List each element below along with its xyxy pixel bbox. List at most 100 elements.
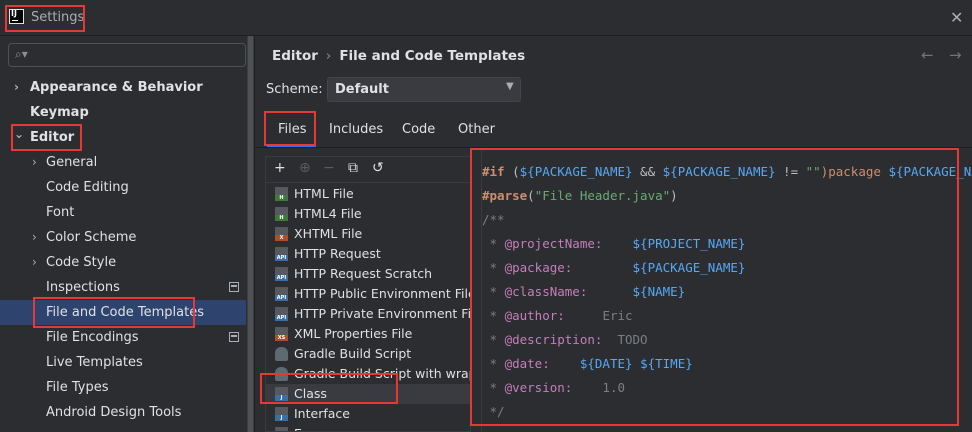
code-line: #parse("File Header.java")	[482, 188, 678, 203]
api-file-icon: API	[275, 287, 288, 301]
add-icon[interactable]: +	[274, 160, 286, 176]
copy-icon[interactable]: ⧉	[348, 160, 358, 176]
title-bar: IJ Settings ✕	[0, 0, 972, 36]
template-item-label: HTTP Request	[294, 246, 381, 261]
chevron-right-icon[interactable]: ›	[14, 75, 19, 100]
sidebar-item-live-templates[interactable]: Live Templates	[0, 350, 246, 375]
sidebar-scrollbar-thumb[interactable]	[248, 36, 253, 432]
html-file-icon: H	[275, 207, 288, 221]
template-item-label: Class	[294, 386, 327, 401]
template-item-label: Enum	[294, 424, 330, 431]
back-arrow-icon[interactable]: ←	[921, 46, 934, 64]
template-item-class[interactable]: J Class	[266, 384, 470, 404]
scheme-value: Default	[335, 82, 389, 97]
template-item-http-public-env[interactable]: API HTTP Public Environment File	[266, 284, 471, 304]
sidebar-item-color-scheme[interactable]: › Color Scheme	[0, 225, 246, 250]
template-item-enum[interactable]: J Enum	[266, 424, 470, 431]
breadcrumb-current: File and Code Templates	[339, 48, 526, 64]
sidebar-item-keymap[interactable]: Keymap	[0, 100, 246, 125]
sidebar-item-file-encodings[interactable]: File Encodings	[0, 325, 246, 350]
sidebar-item-label: Code Editing	[46, 180, 129, 195]
template-item-label: HTML File	[294, 186, 354, 201]
template-item-gradle-build-script[interactable]: Gradle Build Script	[266, 344, 470, 364]
gradle-elephant-icon	[275, 347, 288, 361]
sidebar-item-label: Editor	[30, 130, 75, 145]
template-item-label: HTTP Public Environment File	[294, 286, 471, 301]
sidebar-item-code-style[interactable]: › Code Style	[0, 250, 246, 275]
close-icon[interactable]: ✕	[950, 8, 963, 27]
code-line: #if (${PACKAGE_NAME} && ${PACKAGE_NAME} …	[482, 164, 972, 179]
template-item-label: XML Properties File	[294, 326, 413, 341]
template-item-http-request-scratch[interactable]: API HTTP Request Scratch	[266, 264, 470, 284]
code-line: * @date: ${DATE} ${TIME}	[482, 356, 693, 371]
template-item-html-file[interactable]: H HTML File	[266, 184, 470, 204]
settings-content: Editor › File and Code Templates ← → Schem…	[254, 36, 972, 432]
add-child-icon[interactable]: ⊕	[299, 160, 311, 176]
template-item-label: XHTML File	[294, 226, 363, 241]
tab-code[interactable]: Code	[402, 122, 435, 137]
intellij-logo-icon: IJ	[9, 9, 24, 24]
sidebar-item-file-types[interactable]: File Types	[0, 375, 246, 400]
search-input[interactable]: ⌕▾	[8, 43, 246, 67]
search-icon: ⌕▾	[15, 47, 28, 61]
template-item-gradle-build-script-wrapper[interactable]: Gradle Build Script with wrapp	[266, 364, 471, 384]
template-item-interface[interactable]: J Interface	[266, 404, 470, 424]
reset-icon[interactable]: ↺	[372, 160, 384, 176]
sidebar-item-label: Font	[46, 205, 75, 220]
sidebar-item-label: Keymap	[30, 105, 89, 120]
code-line: * @version: 1.0	[482, 380, 625, 395]
forward-arrow-icon[interactable]: →	[949, 46, 962, 64]
scheme-dropdown[interactable]: Default ▼	[327, 77, 521, 102]
api-file-icon: API	[275, 247, 288, 261]
template-item-html4-file[interactable]: H HTML4 File	[266, 204, 470, 224]
sidebar-item-label: Code Style	[46, 255, 117, 270]
sidebar-item-appearance-behavior[interactable]: › Appearance & Behavior	[0, 75, 246, 100]
api-file-icon: API	[275, 307, 288, 321]
template-item-xml-properties[interactable]: XS XML Properties File	[266, 324, 470, 344]
chevron-right-icon[interactable]: ›	[32, 250, 37, 275]
breadcrumb: Editor › File and Code Templates	[272, 48, 525, 64]
sidebar-item-inspections[interactable]: Inspections	[0, 275, 246, 300]
sidebar-item-general[interactable]: › General	[0, 150, 246, 175]
chevron-down-icon[interactable]: ⌄	[14, 122, 24, 147]
tab-includes[interactable]: Includes	[329, 122, 383, 137]
template-item-http-request[interactable]: API HTTP Request	[266, 244, 470, 264]
sidebar-item-label: File Encodings	[46, 330, 139, 345]
java-file-icon: J	[275, 407, 288, 421]
window-title: Settings	[31, 10, 85, 25]
tab-other[interactable]: Other	[458, 122, 495, 137]
sidebar-item-font[interactable]: Font	[0, 200, 246, 225]
chevron-right-icon[interactable]: ›	[32, 225, 37, 250]
gradle-elephant-icon	[275, 367, 288, 381]
template-code-editor[interactable]: #if (${PACKAGE_NAME} && ${PACKAGE_NAME} …	[481, 149, 972, 432]
sidebar-item-file-and-code-templates[interactable]: File and Code Templates	[0, 300, 246, 325]
sidebar-item-label: File Types	[46, 380, 109, 395]
java-file-icon: J	[275, 427, 288, 431]
sidebar-item-label: File and Code Templates	[46, 305, 204, 320]
project-scope-icon	[229, 332, 239, 342]
template-list-toolbar: + ⊕ − ⧉ ↺	[266, 157, 470, 183]
xhtml-file-icon: X	[275, 227, 288, 241]
chevron-right-icon[interactable]: ›	[32, 150, 37, 175]
sidebar-item-code-editing[interactable]: Code Editing	[0, 175, 246, 200]
sidebar-item-android-design-tools[interactable]: Android Design Tools	[0, 400, 246, 425]
code-line: /**	[482, 212, 505, 227]
code-line: * @description: TODO	[482, 332, 648, 347]
template-item-label: Gradle Build Script with wrapp	[294, 366, 471, 381]
xml-file-icon: XS	[275, 327, 288, 341]
sidebar-item-label: General	[46, 155, 98, 170]
template-item-xhtml-file[interactable]: X XHTML File	[266, 224, 470, 244]
project-scope-icon	[229, 282, 239, 292]
breadcrumb-parent[interactable]: Editor	[272, 48, 318, 64]
settings-sidebar: ⌕▾ › Appearance & Behavior Keymap ⌄ Edit…	[0, 36, 254, 432]
template-item-label: Interface	[294, 406, 350, 421]
remove-icon[interactable]: −	[323, 160, 335, 176]
code-line: * @package: ${PACKAGE_NAME}	[482, 260, 746, 275]
tab-files[interactable]: Files	[278, 122, 307, 137]
breadcrumb-separator-icon: ›	[325, 48, 332, 64]
sidebar-item-editor[interactable]: ⌄ Editor	[0, 125, 246, 150]
code-line: */	[482, 404, 505, 419]
template-item-http-private-env[interactable]: API HTTP Private Environment File	[266, 304, 470, 324]
code-line: * @className: ${NAME}	[482, 284, 686, 299]
tabs-divider	[255, 147, 972, 148]
